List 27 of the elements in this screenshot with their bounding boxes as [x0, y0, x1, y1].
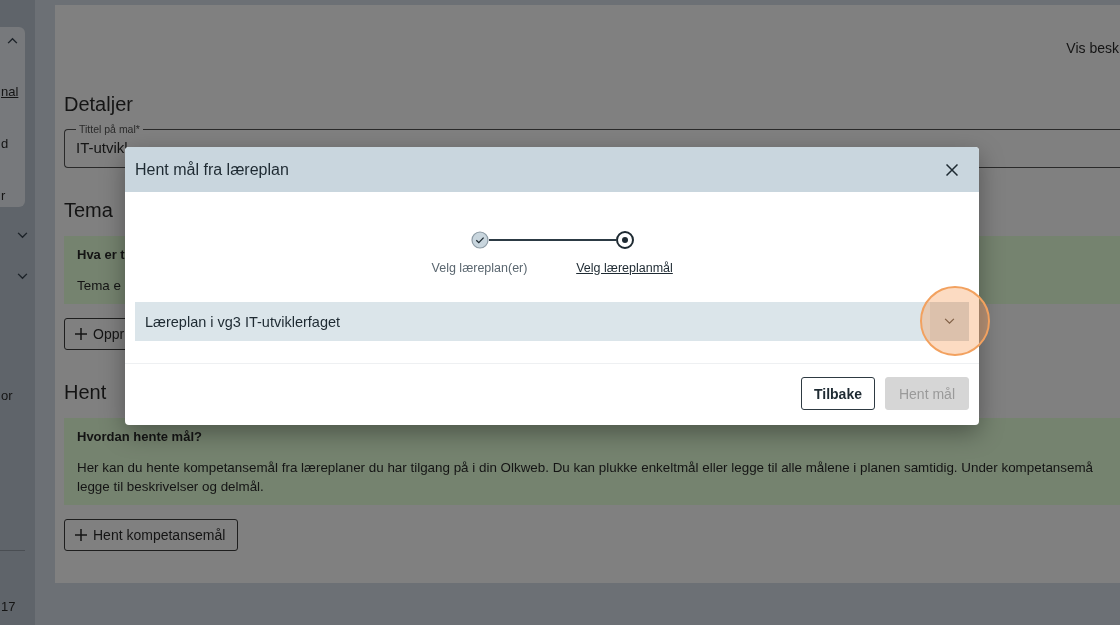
section-heading: Tema — [64, 198, 113, 223]
sidebar-footer-text: 17 — [1, 598, 16, 614]
check-circle-icon[interactable] — [470, 231, 489, 249]
plus-icon — [75, 529, 87, 541]
info-text: Tema e — [77, 277, 122, 295]
chevron-up-icon[interactable] — [7, 36, 18, 44]
info-text: Her kan du hente kompetansemål fra læreplaner du har tilgang på i din Olkweb. Du kan plukke enkeltmål eller legge til alle målene i planen samtidig. Under kompetansemå legge til beskrivelser og delmål. — [77, 459, 1094, 496]
step-label[interactable]: Velg læreplanmål — [576, 260, 673, 276]
close-icon — [946, 163, 958, 176]
back-button[interactable]: Tilbake — [800, 377, 875, 410]
section-heading: Detaljer — [64, 92, 133, 117]
section-heading: Hent — [64, 380, 107, 405]
dot-circle-icon[interactable] — [615, 231, 634, 249]
info-title: Hva er t — [77, 246, 126, 264]
field-label: Tittel på mal* — [78, 123, 141, 135]
description-toggle-text[interactable]: Vis besk — [1066, 39, 1120, 57]
add-button[interactable]: Hent kompetansemål — [64, 519, 239, 551]
chevron-down-icon[interactable] — [17, 231, 28, 239]
sidebar-item[interactable]: d — [1, 135, 9, 151]
chevron-down-icon[interactable] — [17, 272, 28, 280]
sidebar-item[interactable]: r — [1, 187, 6, 203]
step-label[interactable]: Velg læreplan(er) — [431, 260, 528, 276]
plus-icon — [75, 328, 87, 340]
accordion-header[interactable]: Læreplan i vg3 IT-utviklerfaget — [135, 302, 969, 341]
sidebar-item[interactable]: or — [1, 387, 13, 403]
sidebar-link[interactable]: nal — [1, 83, 19, 99]
info-title: Hvordan hente mål? — [77, 428, 203, 446]
